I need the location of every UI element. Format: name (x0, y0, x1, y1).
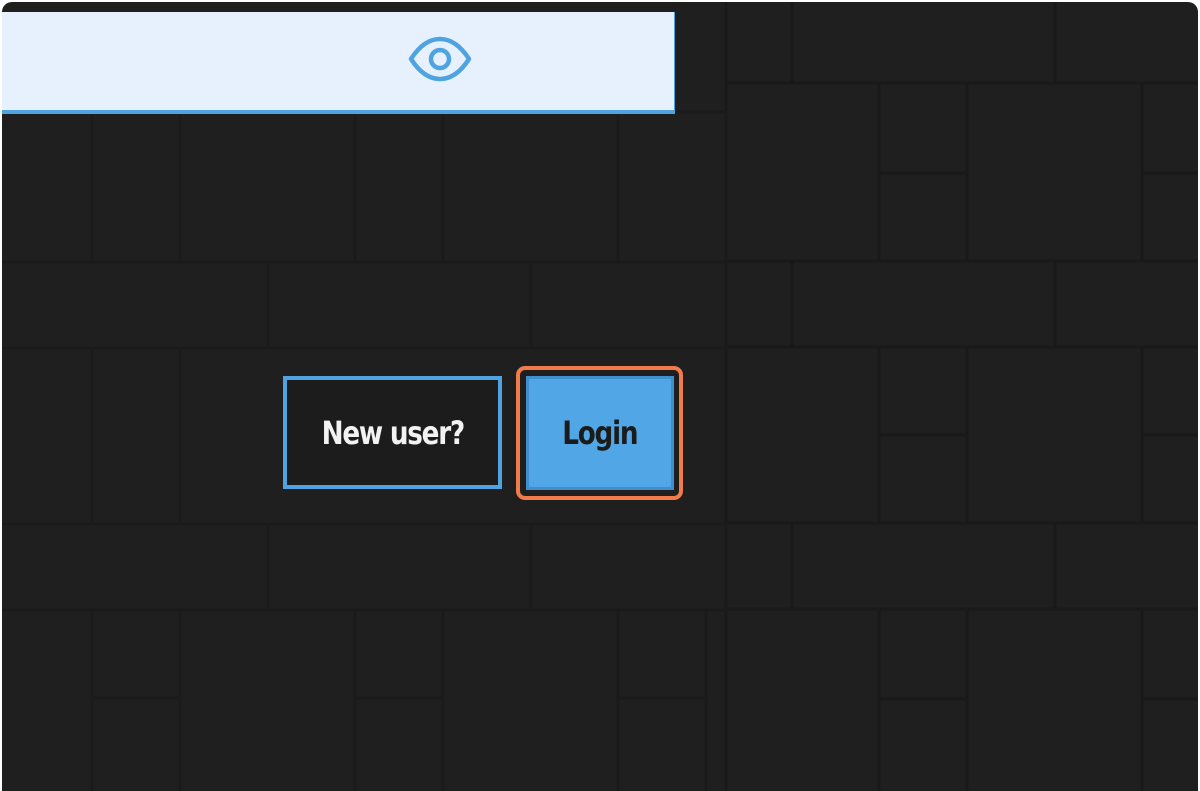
password-field[interactable] (2, 12, 675, 114)
show-password-button[interactable] (406, 32, 474, 90)
login-button[interactable]: Login (526, 376, 674, 490)
login-screen: New user? Login (2, 2, 1198, 791)
new-user-button[interactable]: New user? (283, 376, 502, 489)
new-user-label: New user? (321, 413, 465, 452)
login-label: Login (562, 414, 638, 452)
eye-icon (408, 35, 472, 88)
